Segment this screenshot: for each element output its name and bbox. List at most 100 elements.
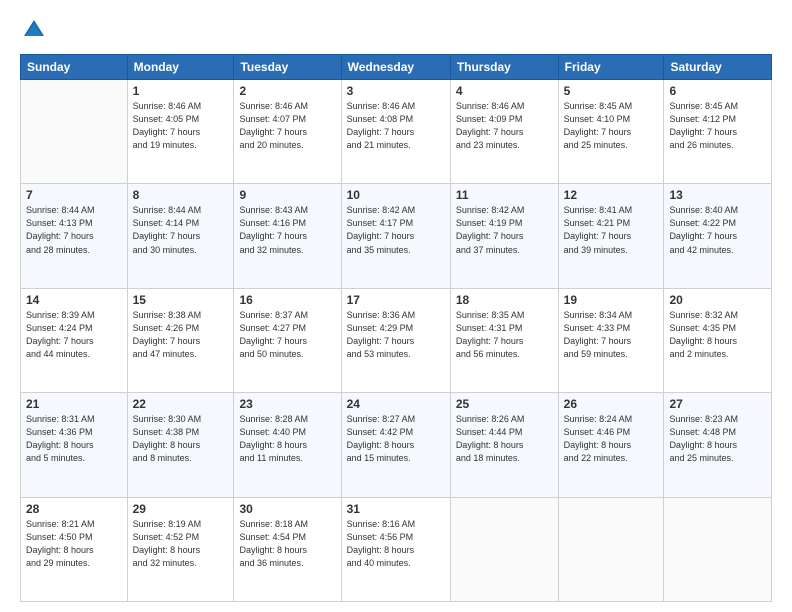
day-number: 22 <box>133 397 229 411</box>
day-info: Sunrise: 8:38 AM Sunset: 4:26 PM Dayligh… <box>133 309 229 361</box>
calendar-cell: 3 Sunrise: 8:46 AM Sunset: 4:08 PM Daylig… <box>341 80 450 184</box>
calendar-cell: 5 Sunrise: 8:45 AM Sunset: 4:10 PM Daylig… <box>558 80 664 184</box>
calendar-week-2: 7 Sunrise: 8:44 AM Sunset: 4:13 PM Daylig… <box>21 184 772 288</box>
calendar-cell: 21 Sunrise: 8:31 AM Sunset: 4:36 PM Dayli… <box>21 393 128 497</box>
day-info: Sunrise: 8:27 AM Sunset: 4:42 PM Dayligh… <box>347 413 445 465</box>
day-info: Sunrise: 8:26 AM Sunset: 4:44 PM Dayligh… <box>456 413 553 465</box>
day-info: Sunrise: 8:24 AM Sunset: 4:46 PM Dayligh… <box>564 413 659 465</box>
day-number: 21 <box>26 397 122 411</box>
calendar-table: SundayMondayTuesdayWednesdayThursdayFrid… <box>20 54 772 602</box>
day-number: 23 <box>239 397 335 411</box>
calendar-cell: 6 Sunrise: 8:45 AM Sunset: 4:12 PM Daylig… <box>664 80 772 184</box>
calendar-cell: 8Sunrise: 8:44 AM Sunset: 4:14 PM Daylig… <box>127 184 234 288</box>
day-info: Sunrise: 8:46 AM Sunset: 4:08 PM Dayligh… <box>347 100 445 152</box>
day-info: Sunrise: 8:46 AM Sunset: 4:07 PM Dayligh… <box>239 100 335 152</box>
calendar-cell: 27 Sunrise: 8:23 AM Sunset: 4:48 PM Dayli… <box>664 393 772 497</box>
calendar-cell: 18 Sunrise: 8:35 AM Sunset: 4:31 PM Dayli… <box>450 288 558 392</box>
day-info: Sunrise: 8:41 AM Sunset: 4:21 PM Dayligh… <box>564 204 659 256</box>
day-info: Sunrise: 8:45 AM Sunset: 4:10 PM Dayligh… <box>564 100 659 152</box>
day-info: Sunrise: 8:35 AM Sunset: 4:31 PM Dayligh… <box>456 309 553 361</box>
calendar-cell: 11 Sunrise: 8:42 AM Sunset: 4:19 PM Dayli… <box>450 184 558 288</box>
calendar-cell: 12Sunrise: 8:41 AM Sunset: 4:21 PM Dayli… <box>558 184 664 288</box>
calendar-cell: 30 Sunrise: 8:18 AM Sunset: 4:54 PM Dayli… <box>234 497 341 601</box>
calendar-cell: 17 Sunrise: 8:36 AM Sunset: 4:29 PM Dayli… <box>341 288 450 392</box>
day-number: 29 <box>133 502 229 516</box>
day-info: Sunrise: 8:30 AM Sunset: 4:38 PM Dayligh… <box>133 413 229 465</box>
day-header-thursday: Thursday <box>450 55 558 80</box>
day-number: 16 <box>239 293 335 307</box>
calendar-cell: 24 Sunrise: 8:27 AM Sunset: 4:42 PM Dayli… <box>341 393 450 497</box>
calendar-cell: 10Sunrise: 8:42 AM Sunset: 4:17 PM Dayli… <box>341 184 450 288</box>
calendar-cell: 22 Sunrise: 8:30 AM Sunset: 4:38 PM Dayli… <box>127 393 234 497</box>
day-number: 1 <box>133 84 229 98</box>
day-info: Sunrise: 8:23 AM Sunset: 4:48 PM Dayligh… <box>669 413 766 465</box>
day-info: Sunrise: 8:42 AM Sunset: 4:19 PM Dayligh… <box>456 204 553 256</box>
day-info: Sunrise: 8:39 AM Sunset: 4:24 PM Dayligh… <box>26 309 122 361</box>
calendar-header-row: SundayMondayTuesdayWednesdayThursdayFrid… <box>21 55 772 80</box>
day-number: 20 <box>669 293 766 307</box>
day-number: 27 <box>669 397 766 411</box>
day-number: 6 <box>669 84 766 98</box>
calendar-cell <box>558 497 664 601</box>
calendar-cell: 15 Sunrise: 8:38 AM Sunset: 4:26 PM Dayli… <box>127 288 234 392</box>
day-info: Sunrise: 8:46 AM Sunset: 4:09 PM Dayligh… <box>456 100 553 152</box>
calendar-cell: 14Sunrise: 8:39 AM Sunset: 4:24 PM Dayli… <box>21 288 128 392</box>
day-number: 9 <box>239 188 335 202</box>
day-info: Sunrise: 8:16 AM Sunset: 4:56 PM Dayligh… <box>347 518 445 570</box>
calendar-cell: 26 Sunrise: 8:24 AM Sunset: 4:46 PM Dayli… <box>558 393 664 497</box>
calendar-cell: 20Sunrise: 8:32 AM Sunset: 4:35 PM Dayli… <box>664 288 772 392</box>
day-header-wednesday: Wednesday <box>341 55 450 80</box>
day-info: Sunrise: 8:36 AM Sunset: 4:29 PM Dayligh… <box>347 309 445 361</box>
calendar-cell <box>450 497 558 601</box>
day-number: 18 <box>456 293 553 307</box>
day-number: 7 <box>26 188 122 202</box>
calendar-cell: 7 Sunrise: 8:44 AM Sunset: 4:13 PM Daylig… <box>21 184 128 288</box>
calendar-cell: 28 Sunrise: 8:21 AM Sunset: 4:50 PM Dayli… <box>21 497 128 601</box>
day-number: 24 <box>347 397 445 411</box>
day-header-friday: Friday <box>558 55 664 80</box>
calendar-cell: 4 Sunrise: 8:46 AM Sunset: 4:09 PM Daylig… <box>450 80 558 184</box>
calendar-week-4: 21 Sunrise: 8:31 AM Sunset: 4:36 PM Dayli… <box>21 393 772 497</box>
day-number: 10 <box>347 188 445 202</box>
calendar-cell: 9 Sunrise: 8:43 AM Sunset: 4:16 PM Daylig… <box>234 184 341 288</box>
day-info: Sunrise: 8:40 AM Sunset: 4:22 PM Dayligh… <box>669 204 766 256</box>
header <box>20 16 772 44</box>
logo-icon <box>20 16 48 44</box>
calendar-cell: 1Sunrise: 8:46 AM Sunset: 4:05 PM Daylig… <box>127 80 234 184</box>
day-header-tuesday: Tuesday <box>234 55 341 80</box>
calendar-cell <box>21 80 128 184</box>
day-number: 30 <box>239 502 335 516</box>
day-header-monday: Monday <box>127 55 234 80</box>
day-number: 11 <box>456 188 553 202</box>
day-number: 31 <box>347 502 445 516</box>
day-number: 5 <box>564 84 659 98</box>
day-number: 28 <box>26 502 122 516</box>
day-number: 8 <box>133 188 229 202</box>
day-number: 4 <box>456 84 553 98</box>
page: SundayMondayTuesdayWednesdayThursdayFrid… <box>0 0 792 612</box>
day-info: Sunrise: 8:19 AM Sunset: 4:52 PM Dayligh… <box>133 518 229 570</box>
day-info: Sunrise: 8:18 AM Sunset: 4:54 PM Dayligh… <box>239 518 335 570</box>
day-info: Sunrise: 8:34 AM Sunset: 4:33 PM Dayligh… <box>564 309 659 361</box>
day-header-sunday: Sunday <box>21 55 128 80</box>
day-info: Sunrise: 8:21 AM Sunset: 4:50 PM Dayligh… <box>26 518 122 570</box>
calendar-cell: 13Sunrise: 8:40 AM Sunset: 4:22 PM Dayli… <box>664 184 772 288</box>
calendar-week-1: 1Sunrise: 8:46 AM Sunset: 4:05 PM Daylig… <box>21 80 772 184</box>
day-number: 3 <box>347 84 445 98</box>
day-number: 2 <box>239 84 335 98</box>
calendar-cell: 19Sunrise: 8:34 AM Sunset: 4:33 PM Dayli… <box>558 288 664 392</box>
day-number: 15 <box>133 293 229 307</box>
logo <box>20 16 52 44</box>
day-info: Sunrise: 8:45 AM Sunset: 4:12 PM Dayligh… <box>669 100 766 152</box>
calendar-cell: 16Sunrise: 8:37 AM Sunset: 4:27 PM Dayli… <box>234 288 341 392</box>
day-info: Sunrise: 8:43 AM Sunset: 4:16 PM Dayligh… <box>239 204 335 256</box>
calendar-cell: 29 Sunrise: 8:19 AM Sunset: 4:52 PM Dayli… <box>127 497 234 601</box>
day-info: Sunrise: 8:44 AM Sunset: 4:13 PM Dayligh… <box>26 204 122 256</box>
day-number: 17 <box>347 293 445 307</box>
day-info: Sunrise: 8:31 AM Sunset: 4:36 PM Dayligh… <box>26 413 122 465</box>
calendar-cell: 2 Sunrise: 8:46 AM Sunset: 4:07 PM Daylig… <box>234 80 341 184</box>
day-number: 26 <box>564 397 659 411</box>
calendar-cell: 23Sunrise: 8:28 AM Sunset: 4:40 PM Dayli… <box>234 393 341 497</box>
day-number: 25 <box>456 397 553 411</box>
calendar-week-5: 28 Sunrise: 8:21 AM Sunset: 4:50 PM Dayli… <box>21 497 772 601</box>
